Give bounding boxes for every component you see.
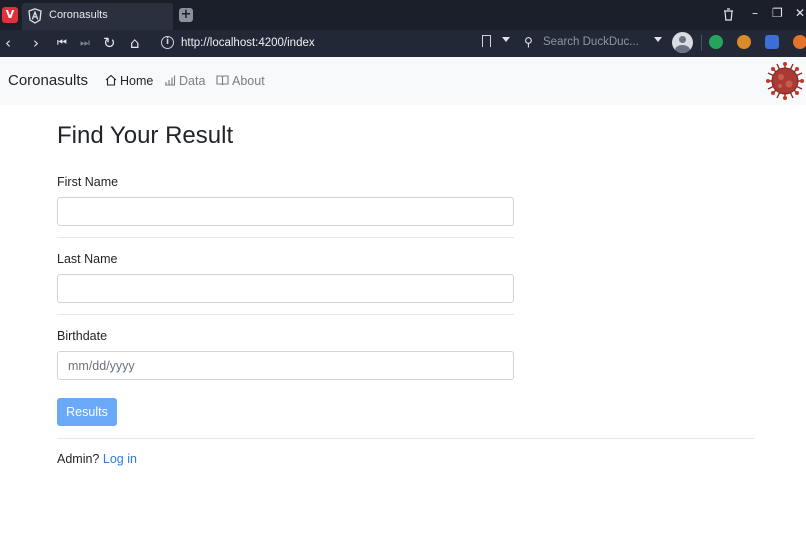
search-input[interactable] (543, 36, 641, 48)
new-tab-icon[interactable]: + (179, 8, 193, 22)
nav-home-label: Home (120, 74, 154, 88)
last-name-label: Last Name (57, 252, 118, 266)
divider (57, 438, 754, 439)
search-field[interactable]: ⚲ (522, 33, 662, 53)
profile-avatar[interactable] (672, 32, 693, 53)
nav-data-label: Data (179, 74, 206, 88)
browser-tab[interactable]: Coronasults (22, 3, 173, 30)
close-icon[interactable]: ✕ (795, 6, 805, 20)
tab-title: Coronasults (49, 9, 108, 21)
url-field[interactable]: i http://localhost:4200/index (157, 33, 475, 54)
site-info-icon[interactable]: i (161, 36, 174, 49)
birthdate-label: Birthdate (57, 329, 108, 343)
last-name-input[interactable] (57, 274, 514, 303)
divider (57, 314, 514, 315)
bookmark-icon[interactable] (482, 35, 491, 47)
brand[interactable]: Coronasults (8, 72, 88, 89)
home-icon[interactable]: ⌂ (130, 34, 140, 52)
angular-favicon-icon (28, 8, 42, 24)
url-text[interactable]: http://localhost:4200/index (181, 37, 315, 49)
bar-chart-icon (165, 75, 176, 86)
nav-home[interactable]: Home (105, 74, 153, 88)
extension-s-icon[interactable] (765, 35, 779, 49)
admin-text: Admin? (57, 452, 100, 466)
search-engine-dropdown-icon[interactable] (654, 37, 662, 42)
forward-icon[interactable]: › (33, 34, 39, 52)
coronavirus-logo-icon (766, 62, 804, 100)
app-navbar: Coronasults Home Data About (0, 57, 806, 105)
extension-globe-icon[interactable] (737, 35, 751, 49)
first-name-input[interactable] (57, 197, 514, 226)
home-icon (105, 74, 117, 86)
page-title: Find Your Result (57, 122, 234, 149)
vivaldi-menu-icon[interactable]: V (2, 7, 18, 23)
toolbar-divider (701, 35, 702, 51)
extension-green-icon[interactable] (709, 35, 723, 49)
results-button[interactable]: Results (57, 398, 117, 426)
admin-login-line: Admin? Log in (57, 452, 137, 466)
book-icon (216, 75, 229, 86)
nav-about[interactable]: About (216, 74, 265, 88)
reload-icon[interactable]: ↻ (103, 34, 116, 52)
fast-forward-icon[interactable]: ⏭ (80, 34, 90, 52)
birthdate-input[interactable] (57, 351, 514, 380)
back-icon[interactable]: ‹ (5, 34, 11, 52)
first-name-label: First Name (57, 175, 119, 189)
rewind-icon[interactable]: ⏮ (57, 34, 67, 52)
bookmark-dropdown-icon[interactable] (502, 37, 510, 42)
search-icon: ⚲ (524, 35, 533, 49)
extension-orange-icon[interactable] (793, 35, 806, 49)
divider (57, 237, 514, 238)
browser-tab-bar: V Coronasults + – ❐ ✕ (0, 0, 806, 30)
nav-data[interactable]: Data (164, 74, 205, 88)
trash-icon[interactable] (723, 8, 734, 21)
nav-about-label: About (232, 74, 265, 88)
login-link[interactable]: Log in (103, 452, 137, 466)
minimize-icon[interactable]: – (752, 6, 758, 20)
restore-icon[interactable]: ❐ (772, 6, 783, 20)
